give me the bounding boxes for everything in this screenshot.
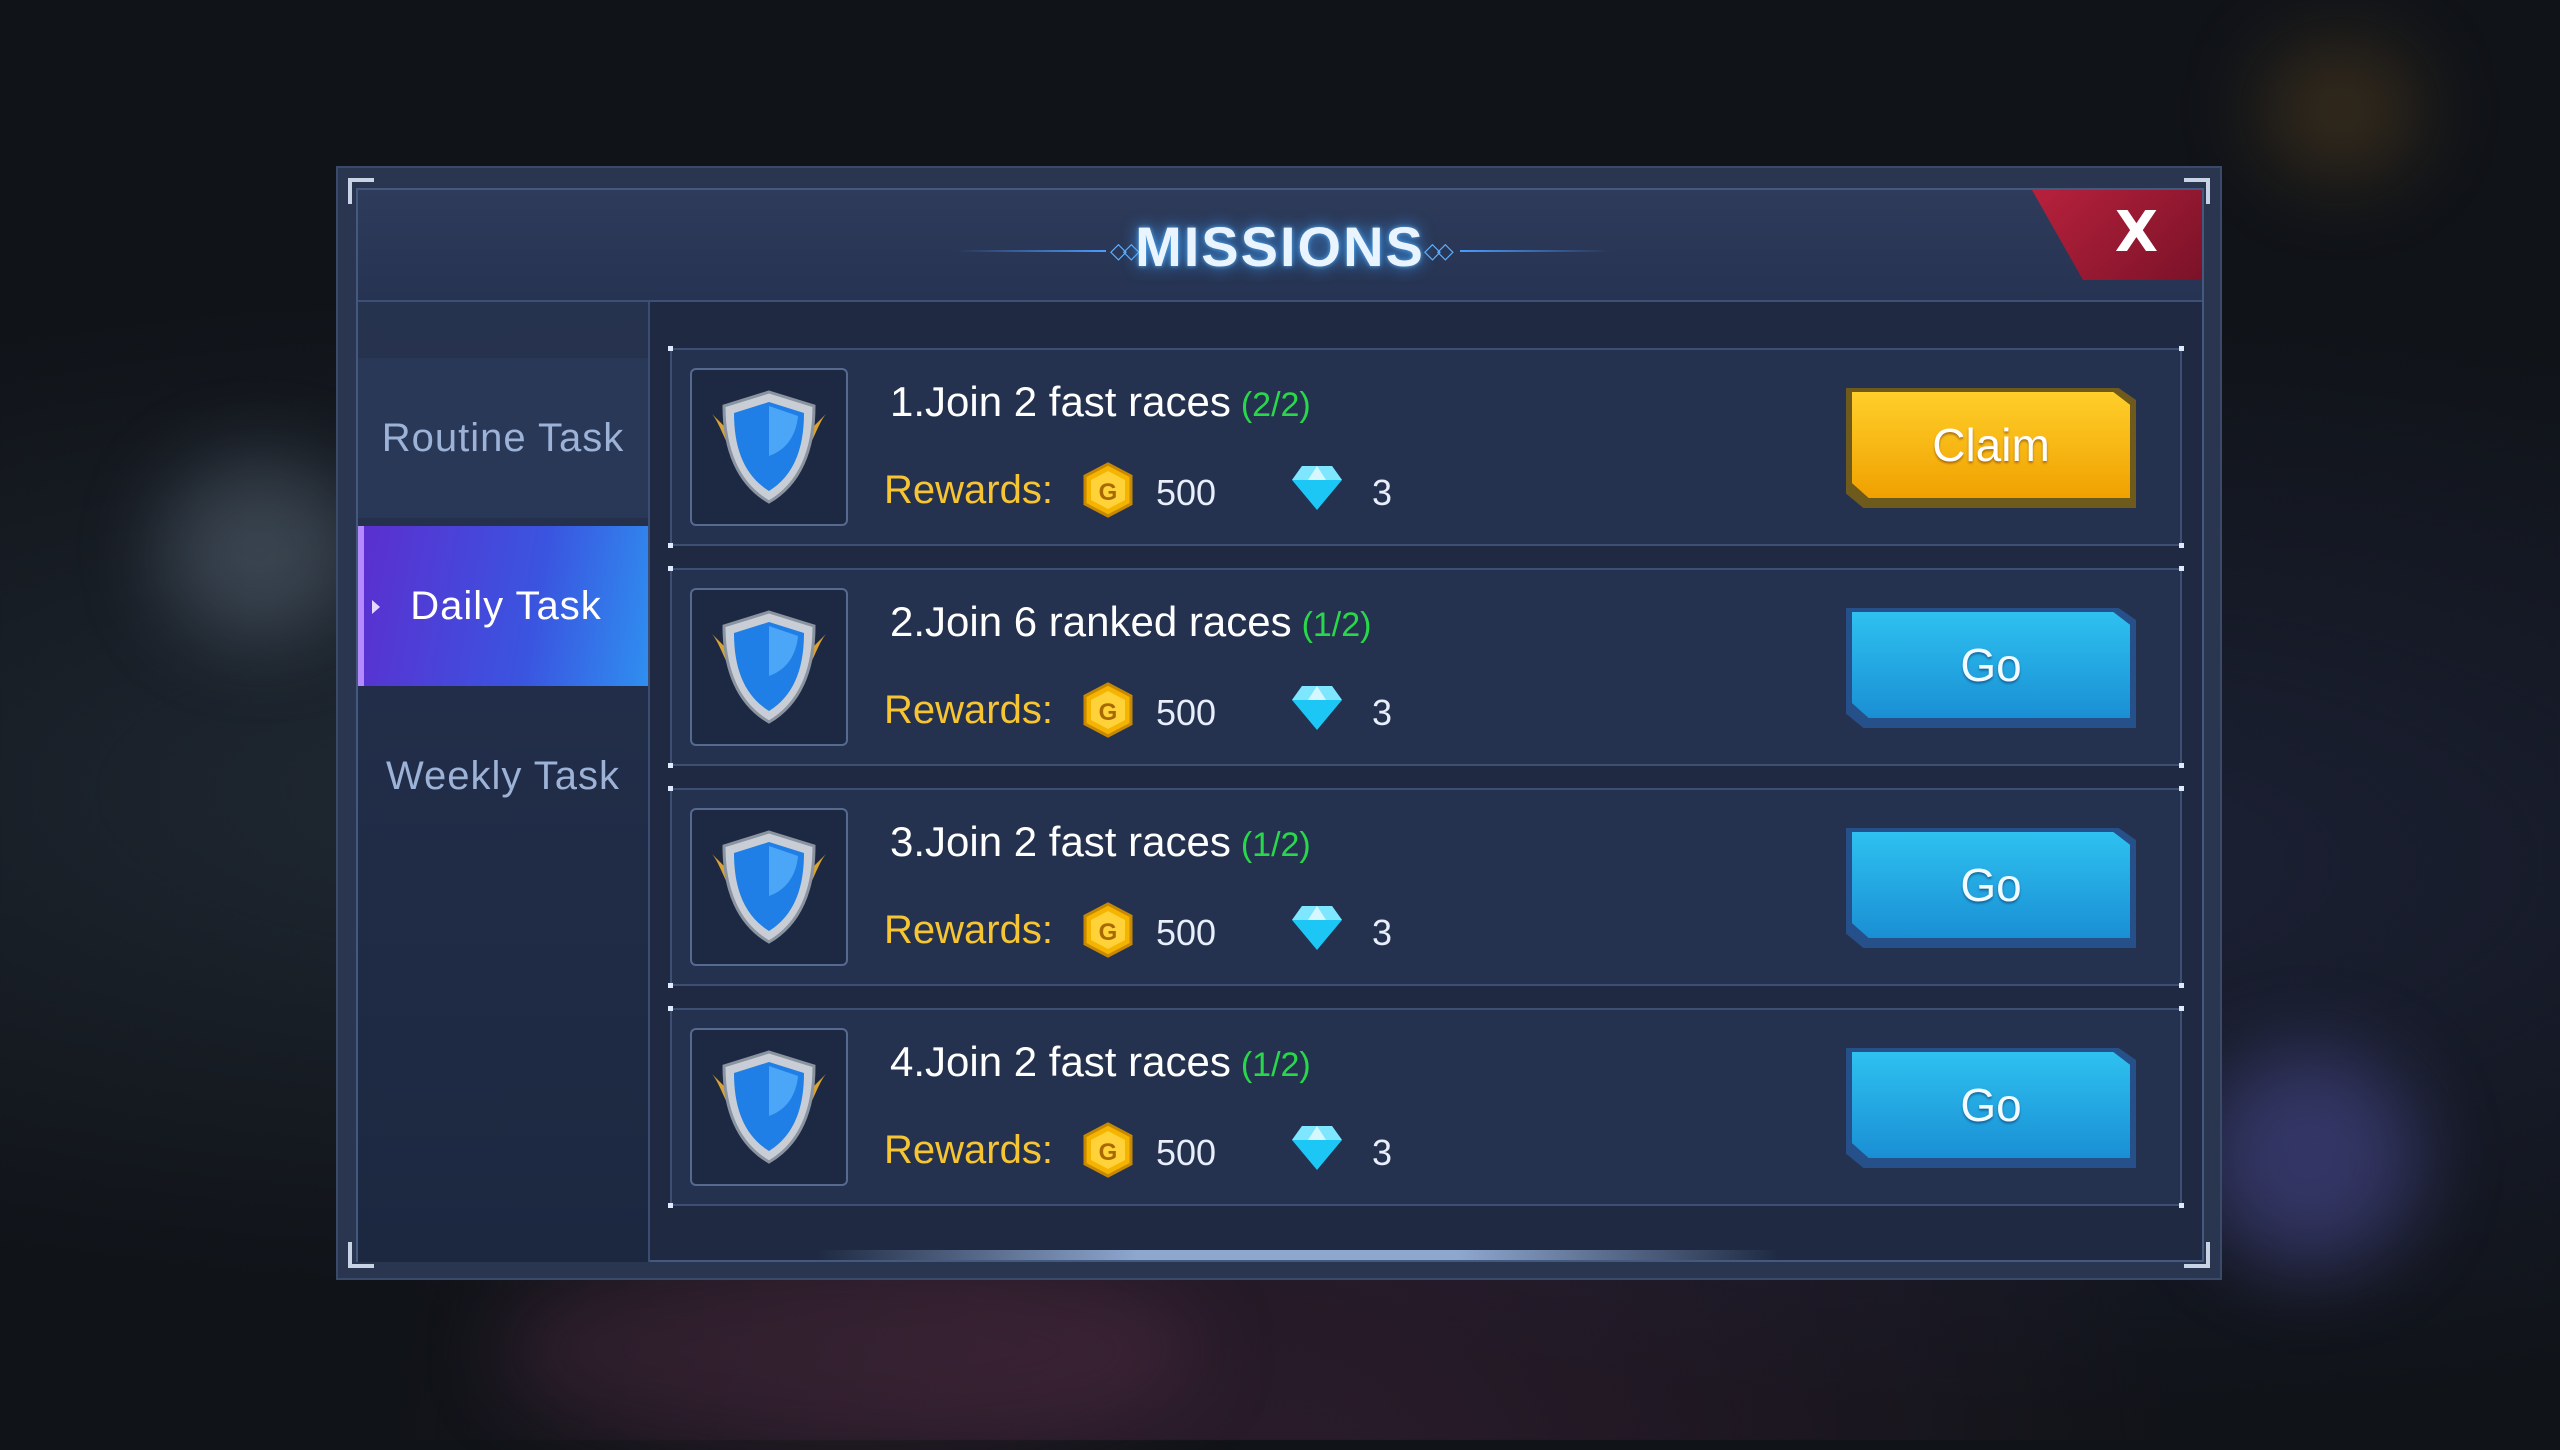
gold-coin-icon: G	[1082, 902, 1134, 958]
card-corner-dot	[2179, 1006, 2184, 1011]
go-button[interactable]: Go	[1846, 608, 2136, 728]
rewards-label: Rewards:	[884, 908, 1053, 952]
gem-reward-value: 3	[1372, 912, 1393, 953]
mission-task-text: 1.Join 2 fast races	[890, 378, 1231, 425]
mission-card: 3.Join 2 fast races(1/2) Rewards: G 500	[668, 786, 2184, 988]
mission-task-text: 2.Join 6 ranked races	[890, 598, 1292, 645]
button-label: Go	[1852, 1052, 2130, 1158]
mission-card: 2.Join 6 ranked races (1/2) Rewards: G 50…	[668, 566, 2184, 768]
card-corner-dot	[2179, 566, 2184, 571]
rewards-label: Rewards:	[884, 1128, 1053, 1172]
tab-daily-task[interactable]: Daily Task	[358, 526, 648, 686]
tab-routine-task[interactable]: Routine Task	[358, 358, 648, 518]
mission-progress: (2/2)	[1240, 386, 1311, 424]
card-corner-dot	[668, 543, 673, 548]
tab-label: Daily Task	[410, 583, 602, 628]
mission-progress: (1/2)	[1240, 826, 1311, 864]
mission-progress: (1/2)	[1240, 1046, 1311, 1084]
card-corner-dot	[668, 763, 673, 768]
coin-symbol: G	[1099, 479, 1118, 506]
mission-title: 2.Join 6 ranked races (1/2)	[890, 598, 1372, 646]
mission-card: 1.Join 2 fast races(2/2) Rewards: G 500	[668, 346, 2184, 548]
card-corner-dot	[2179, 983, 2184, 988]
gold-coin-icon: G	[1082, 682, 1134, 738]
mission-card: 4.Join 2 fast races(1/2) Rewards: G 500	[668, 1006, 2184, 1208]
card-corner-dot	[668, 346, 673, 351]
tab-label: Routine Task	[381, 415, 625, 460]
diamond-ornament-icon: ◇◇	[1424, 238, 1454, 263]
close-icon: X	[2114, 200, 2158, 265]
background-glow	[500, 1250, 1200, 1450]
winged-shield-icon	[690, 588, 848, 746]
coin-reward-value: 500	[1156, 1132, 1217, 1173]
gem-reward-value: 3	[1372, 692, 1393, 733]
button-label: Go	[1852, 832, 2130, 938]
gold-coin-icon: G	[1082, 1122, 1134, 1178]
winged-shield-icon	[690, 1028, 848, 1186]
card-corner-dot	[2179, 763, 2184, 768]
missions-dialog: ◇◇ MISSIONS ◇◇ X Routine Task Daily Task…	[336, 166, 2222, 1280]
winged-shield-icon	[690, 808, 848, 966]
rewards-label: Rewards:	[884, 468, 1053, 512]
coin-reward-value: 500	[1156, 472, 1217, 513]
go-button[interactable]: Go	[1846, 828, 2136, 948]
gem-reward-value: 3	[1372, 472, 1393, 513]
page-title: MISSIONS	[1135, 215, 1425, 278]
button-label: Claim	[1852, 392, 2130, 498]
coin-symbol: G	[1099, 919, 1118, 946]
background-glow	[2200, 1050, 2420, 1270]
tab-label: Weekly Task	[385, 753, 621, 798]
card-corner-dot	[2179, 543, 2184, 548]
rewards-label: Rewards:	[884, 688, 1053, 732]
card-corner-dot	[668, 983, 673, 988]
scroll-indicator	[818, 1250, 1778, 1260]
title-decoration	[1460, 250, 1610, 252]
diamond-icon	[1290, 902, 1344, 952]
gem-reward-value: 3	[1372, 1132, 1393, 1173]
claim-button[interactable]: Claim	[1846, 388, 2136, 508]
mission-title: 3.Join 2 fast races (1/2)	[890, 818, 1311, 866]
card-corner-dot	[668, 1203, 673, 1208]
go-button[interactable]: Go	[1846, 1048, 2136, 1168]
background-glow	[160, 460, 360, 640]
task-tabs: Routine Task Daily Task Weekly Task	[358, 302, 650, 1262]
coin-symbol: G	[1099, 1139, 1118, 1166]
mission-title: 4.Join 2 fast races (1/2)	[890, 1038, 1311, 1086]
tab-weekly-task[interactable]: Weekly Task	[358, 696, 648, 856]
dialog-header: ◇◇ MISSIONS ◇◇ X	[358, 190, 2202, 302]
diamond-icon	[1290, 682, 1344, 732]
background-glow	[2260, 40, 2420, 180]
mission-task-text: 3.Join 2 fast races	[890, 818, 1231, 865]
gold-coin-icon: G	[1082, 462, 1134, 518]
mission-progress: (1/2)	[1301, 606, 1372, 644]
winged-shield-icon	[690, 368, 848, 526]
card-corner-dot	[2179, 346, 2184, 351]
diamond-icon	[1290, 462, 1344, 512]
card-corner-dot	[668, 566, 673, 571]
coin-symbol: G	[1099, 699, 1118, 726]
card-corner-dot	[2179, 786, 2184, 791]
coin-reward-value: 500	[1156, 912, 1217, 953]
dialog-panel: ◇◇ MISSIONS ◇◇ X Routine Task Daily Task…	[356, 188, 2204, 1262]
card-corner-dot	[668, 1006, 673, 1011]
coin-reward-value: 500	[1156, 692, 1217, 733]
mission-title: 1.Join 2 fast races (2/2)	[890, 378, 1311, 426]
diamond-icon	[1290, 1122, 1344, 1172]
button-label: Go	[1852, 612, 2130, 718]
mission-task-text: 4.Join 2 fast races	[890, 1038, 1231, 1085]
mission-list: 1.Join 2 fast races(2/2) Rewards: G 500	[668, 346, 2184, 1228]
card-corner-dot	[2179, 1203, 2184, 1208]
card-corner-dot	[668, 786, 673, 791]
